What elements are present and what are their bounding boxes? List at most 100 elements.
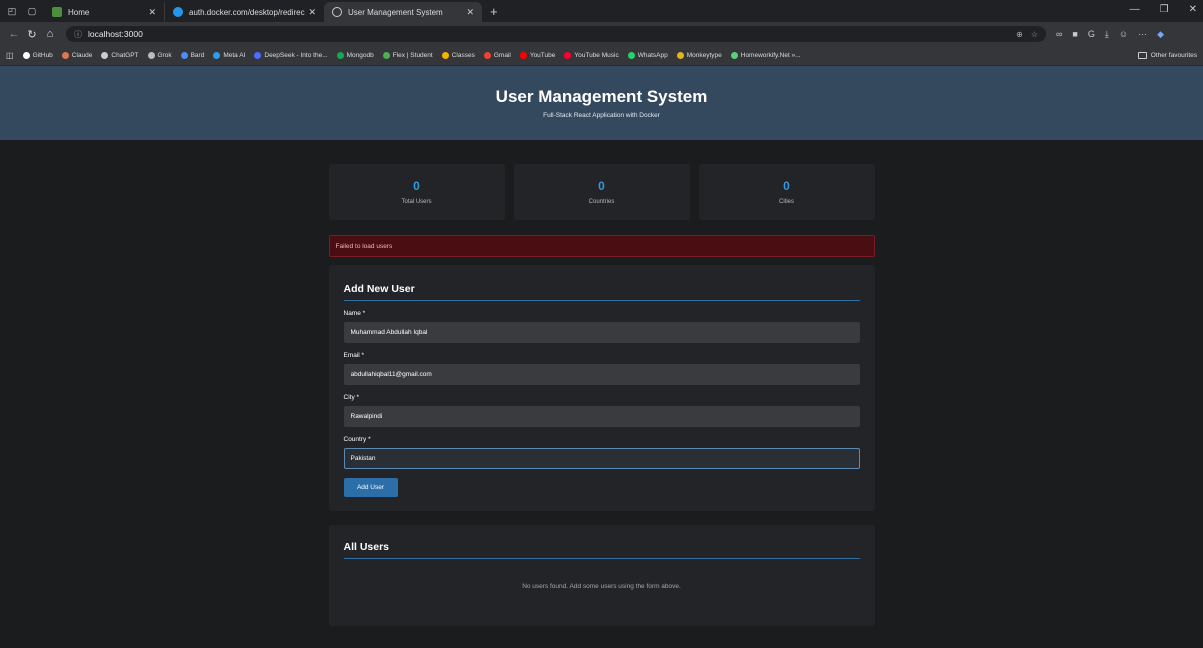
- tab-label: User Management System: [348, 7, 443, 17]
- stat-card-cities: 0 Cities: [698, 164, 875, 220]
- github-icon: [22, 52, 30, 59]
- bookmark-meta-ai[interactable]: Meta AI: [213, 52, 245, 59]
- tab-actions-icon[interactable]: ▢: [24, 3, 40, 19]
- page-content: User Management System Full-Stack React …: [0, 66, 1203, 648]
- stat-value: 0: [783, 179, 790, 193]
- extension-icon[interactable]: ∞: [1056, 29, 1062, 39]
- address-row: ← ↻ ⌂ ⓘ localhost:3000 ⊕ ☆ ∞ ■ G ⤓ ☺ ···…: [0, 22, 1203, 46]
- country-label: Country *: [343, 436, 371, 443]
- flex-icon: [382, 52, 390, 59]
- name-label: Name *: [343, 310, 366, 317]
- stat-label: Countries: [588, 199, 615, 205]
- homeworkify-icon: [730, 52, 738, 59]
- page-title: User Management System: [495, 87, 708, 106]
- error-message: Failed to load users: [328, 235, 875, 257]
- app-header: User Management System Full-Stack React …: [0, 66, 1203, 140]
- bookmark-github[interactable]: GitHub: [22, 52, 53, 59]
- city-input[interactable]: [343, 406, 860, 427]
- stats-row: 0 Total Users 0 Countries 0 Cities: [328, 164, 875, 220]
- bookmarks-toggle-icon[interactable]: ◫: [6, 51, 14, 60]
- youtube-icon: [519, 52, 527, 59]
- page-subtitle: Full-Stack React Application with Docker: [543, 112, 660, 119]
- extension-icon[interactable]: G: [1088, 29, 1095, 39]
- restore-icon[interactable]: ❐: [1160, 4, 1169, 15]
- chatgpt-icon: [101, 52, 109, 59]
- classes-icon: [441, 52, 449, 59]
- bookmarks-bar: ◫ GitHub Claude ChatGPT Grok Bard Meta A…: [0, 46, 1203, 66]
- url-text: localhost:3000: [88, 29, 143, 39]
- bookmark-grok[interactable]: Grok: [147, 52, 172, 59]
- stat-value: 0: [598, 179, 605, 193]
- city-label: City *: [343, 394, 360, 401]
- close-icon[interactable]: ✕: [308, 7, 316, 18]
- tab-home[interactable]: Home ✕: [44, 2, 164, 22]
- extensions: ∞ ■ G ⤓ ☺ ··· ◆: [1056, 29, 1164, 40]
- country-input[interactable]: [343, 448, 860, 469]
- bookmark-mongodb[interactable]: Mongodb: [336, 52, 374, 59]
- monkeytype-icon: [676, 52, 684, 59]
- globe-icon: [332, 7, 342, 17]
- email-input[interactable]: [343, 364, 860, 385]
- workspaces-icon[interactable]: ◰: [4, 3, 20, 19]
- claude-icon: [61, 52, 69, 59]
- meta-ai-icon: [213, 52, 221, 59]
- bookmark-classes[interactable]: Classes: [441, 52, 475, 59]
- zoom-icon[interactable]: ⊕: [1016, 30, 1023, 39]
- close-window-icon[interactable]: ✕: [1189, 4, 1197, 15]
- mongodb-icon: [336, 52, 344, 59]
- docker-favicon-icon: [173, 7, 183, 17]
- extension-icon[interactable]: ■: [1072, 29, 1077, 39]
- stat-label: Total Users: [401, 199, 432, 205]
- home-favicon-icon: [52, 7, 62, 17]
- bookmark-bard[interactable]: Bard: [180, 52, 204, 59]
- tab-label: auth.docker.com/desktop/redirec: [189, 7, 305, 17]
- bookmark-chatgpt[interactable]: ChatGPT: [101, 52, 139, 59]
- bookmark-claude[interactable]: Claude: [61, 52, 92, 59]
- new-tab-icon[interactable]: +: [490, 4, 498, 19]
- reload-icon[interactable]: ↻: [24, 28, 40, 41]
- grok-icon: [147, 52, 155, 59]
- copilot-icon[interactable]: ◆: [1157, 29, 1164, 40]
- add-user-button[interactable]: Add User: [343, 478, 398, 497]
- main-container: 0 Total Users 0 Countries 0 Cities Faile…: [328, 164, 875, 626]
- download-icon[interactable]: ⤓: [1105, 29, 1109, 40]
- tab-strip: ◰ ▢ Home ✕ auth.docker.com/desktop/redir…: [0, 0, 1203, 22]
- profile-icon[interactable]: ☺: [1119, 29, 1128, 39]
- browser-window: ◰ ▢ Home ✕ auth.docker.com/desktop/redir…: [0, 0, 1203, 648]
- stat-card-total-users: 0 Total Users: [328, 164, 505, 220]
- bookmark-youtube[interactable]: YouTube: [519, 52, 555, 59]
- bookmark-youtube-music[interactable]: YouTube Music: [564, 52, 619, 59]
- bookmark-gmail[interactable]: Gmail: [483, 52, 511, 59]
- favorite-star-icon[interactable]: ☆: [1031, 30, 1038, 39]
- bard-icon: [180, 52, 188, 59]
- tab-label: Home: [68, 7, 90, 17]
- whatsapp-icon: [627, 52, 635, 59]
- home-icon[interactable]: ⌂: [42, 28, 58, 40]
- stat-card-countries: 0 Countries: [513, 164, 690, 220]
- folder-icon: [1137, 52, 1147, 59]
- tab-docker-auth[interactable]: auth.docker.com/desktop/redirec ✕: [164, 2, 324, 22]
- youtube-music-icon: [564, 52, 572, 59]
- gmail-icon: [483, 52, 491, 59]
- form-title: Add New User: [343, 283, 860, 301]
- name-input[interactable]: [343, 322, 860, 343]
- close-icon[interactable]: ✕: [466, 7, 474, 18]
- bookmark-monkeytype[interactable]: Monkeytype: [676, 52, 722, 59]
- bookmark-deepseek[interactable]: DeepSeek - Into the...: [254, 52, 328, 59]
- other-favourites[interactable]: Other favourites: [1137, 52, 1197, 59]
- bookmark-whatsapp[interactable]: WhatsApp: [627, 52, 668, 59]
- stat-label: Cities: [778, 199, 794, 205]
- deepseek-icon: [254, 52, 262, 59]
- tab-user-management[interactable]: User Management System ✕: [324, 2, 482, 22]
- close-icon[interactable]: ✕: [148, 7, 156, 18]
- site-info-icon[interactable]: ⓘ: [74, 29, 82, 40]
- address-bar[interactable]: ⓘ localhost:3000 ⊕ ☆: [66, 26, 1046, 42]
- back-icon[interactable]: ←: [6, 28, 22, 40]
- users-title: All Users: [343, 541, 860, 559]
- minimize-icon[interactable]: —: [1130, 4, 1140, 15]
- add-user-form: Add New User Name * Email * City * Count…: [328, 265, 875, 511]
- window-controls: — ❐ ✕: [1130, 4, 1197, 15]
- more-menu-icon[interactable]: ···: [1138, 29, 1147, 39]
- bookmark-flex-student[interactable]: Flex | Student: [382, 52, 433, 59]
- bookmark-homeworkify[interactable]: Homeworkify.Net »...: [730, 52, 801, 59]
